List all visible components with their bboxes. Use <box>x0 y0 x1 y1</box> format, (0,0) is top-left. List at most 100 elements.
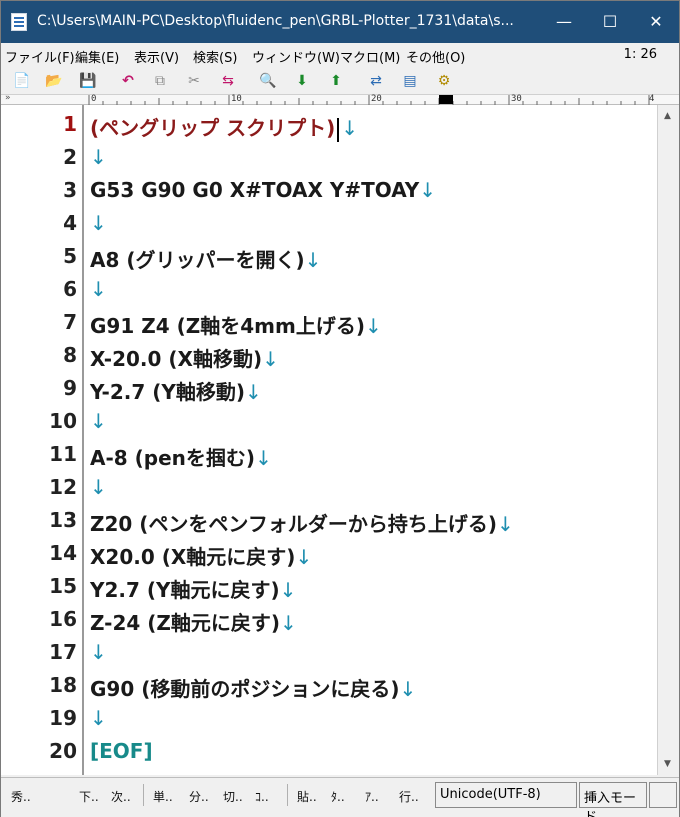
line-number: 5 <box>63 244 77 268</box>
cut-icon[interactable]: ✂ <box>183 71 205 91</box>
code-line[interactable]: 17 ↓ <box>1 637 657 670</box>
line-number: 11 <box>49 442 77 466</box>
line-text[interactable]: G90 (移動前のポジションに戻る)↓ <box>90 673 416 702</box>
status-key-3[interactable]: 次.. <box>111 788 131 805</box>
code-line[interactable]: 10 ↓ <box>1 406 657 439</box>
menu-other[interactable]: その他(O) <box>406 47 465 66</box>
insert-mode-indicator[interactable]: 挿入モード <box>579 782 647 817</box>
menu-window[interactable]: ウィンドウ(W) <box>252 47 340 66</box>
line-content: Z20 (ペンをペンフォルダーから持ち上げる) <box>90 512 497 536</box>
line-content: Z-24 (Z軸元に戻す) <box>90 611 281 635</box>
menu-view[interactable]: 表示(V) <box>134 47 179 66</box>
line-text[interactable]: (ペングリップ スクリプト) ↓ <box>90 112 358 142</box>
status-key-9[interactable]: ﾀ.. <box>331 788 345 805</box>
status-extra-box <box>649 782 677 808</box>
line-text[interactable]: ↓ <box>90 409 107 433</box>
code-line[interactable]: 3 G53 G90 G0 X#TOAX Y#TOAY↓ <box>1 175 657 208</box>
code-line[interactable]: 20 [EOF] <box>1 736 657 769</box>
code-line[interactable]: 6 ↓ <box>1 274 657 307</box>
editor-window: C:\Users\MAIN-PC\Desktop\fluidenc_pen\GR… <box>0 0 680 817</box>
status-key-11[interactable]: 行.. <box>399 788 419 805</box>
status-separator <box>287 784 288 806</box>
vertical-scrollbar[interactable]: ▲ ▼ <box>657 105 679 775</box>
line-number: 15 <box>49 574 77 598</box>
open-folder-icon[interactable]: 📂 <box>43 71 65 91</box>
menu-search[interactable]: 検索(S) <box>193 47 237 66</box>
app-icon[interactable] <box>11 13 27 31</box>
line-text[interactable]: ↓ <box>90 211 107 235</box>
new-file-icon[interactable]: 📄 <box>11 71 33 91</box>
paste-icon[interactable]: ⇆ <box>217 71 239 91</box>
split-window-icon[interactable]: ▤ <box>399 71 421 91</box>
save-icon[interactable]: 💾 <box>77 71 99 91</box>
code-line[interactable]: 9 Y-2.7 (Y軸移動)↓ <box>1 373 657 406</box>
line-text[interactable]: ↓ <box>90 640 107 664</box>
line-text[interactable]: A-8 (penを掴む)↓ <box>90 442 272 471</box>
scroll-down-icon[interactable]: ▼ <box>664 759 671 769</box>
code-line[interactable]: 4 ↓ <box>1 208 657 241</box>
line-text[interactable]: ↓ <box>90 475 107 499</box>
line-text[interactable]: ↓ <box>90 277 107 301</box>
line-number: 4 <box>63 211 77 235</box>
menu-file[interactable]: ファイル(F) <box>5 47 75 66</box>
close-button[interactable]: ✕ <box>633 1 679 43</box>
line-text[interactable]: X20.0 (X軸元に戻す)↓ <box>90 541 312 570</box>
settings-icon[interactable]: ⚙ <box>433 71 455 91</box>
line-content: G53 G90 G0 X#TOAX Y#TOAY <box>90 178 420 202</box>
line-number: 17 <box>49 640 77 664</box>
replace-icon[interactable]: ⇄ <box>365 71 387 91</box>
code-line[interactable]: 19 ↓ <box>1 703 657 736</box>
code-line[interactable]: 5 A8 (グリッパーを開く)↓ <box>1 241 657 274</box>
search-down-icon[interactable]: ⬇ <box>291 71 313 91</box>
line-text[interactable]: Y2.7 (Y軸元に戻す)↓ <box>90 574 296 603</box>
line-text[interactable]: Z20 (ペンをペンフォルダーから持ち上げる)↓ <box>90 508 514 537</box>
status-key-2[interactable]: 下.. <box>79 788 99 805</box>
text-editor[interactable]: 1 (ペングリップ スクリプト) ↓ 2 ↓ 3 G53 G90 G0 X#TOAX Y#T… <box>1 105 657 775</box>
title-bar[interactable]: C:\Users\MAIN-PC\Desktop\fluidenc_pen\GR… <box>1 1 679 43</box>
encoding-indicator[interactable]: Unicode(UTF-8) <box>435 782 577 808</box>
status-key-7[interactable]: ｺ.. <box>255 788 269 805</box>
code-line[interactable]: 8 X-20.0 (X軸移動)↓ <box>1 340 657 373</box>
status-key-5[interactable]: 分.. <box>189 788 209 805</box>
code-line[interactable]: 15 Y2.7 (Y軸元に戻す)↓ <box>1 571 657 604</box>
search-icon[interactable]: 🔍 <box>257 71 279 91</box>
status-key-4[interactable]: 単.. <box>153 788 173 805</box>
status-key-6[interactable]: 切.. <box>223 788 243 805</box>
code-line[interactable]: 1 (ペングリップ スクリプト) ↓ <box>1 109 657 142</box>
maximize-button[interactable]: ☐ <box>587 1 633 43</box>
line-text[interactable]: A8 (グリッパーを開く)↓ <box>90 244 321 273</box>
line-text[interactable]: G91 Z4 (Z軸を4mm上げる)↓ <box>90 310 382 339</box>
line-content: A8 (グリッパーを開く) <box>90 248 305 272</box>
line-text[interactable]: Y-2.7 (Y軸移動)↓ <box>90 376 262 405</box>
line-number: 20 <box>49 739 77 763</box>
code-line[interactable]: 16 Z-24 (Z軸元に戻す)↓ <box>1 604 657 637</box>
code-line[interactable]: 18 G90 (移動前のポジションに戻る)↓ <box>1 670 657 703</box>
code-line[interactable]: 13 Z20 (ペンをペンフォルダーから持ち上げる)↓ <box>1 505 657 538</box>
newline-mark: ↓ <box>496 512 514 536</box>
newline-mark: ↓ <box>304 248 322 272</box>
status-key-10[interactable]: ｱ.. <box>365 788 379 805</box>
line-content: G91 Z4 (Z軸を4mm上げる) <box>90 314 365 338</box>
copy-icon[interactable]: ⧉ <box>149 71 171 91</box>
code-line[interactable]: 2 ↓ <box>1 142 657 175</box>
code-line[interactable]: 11 A-8 (penを掴む)↓ <box>1 439 657 472</box>
code-line[interactable]: 7 G91 Z4 (Z軸を4mm上げる)↓ <box>1 307 657 340</box>
scroll-up-icon[interactable]: ▲ <box>664 111 671 121</box>
menu-edit[interactable]: 編集(E) <box>75 47 119 66</box>
line-text[interactable]: X-20.0 (X軸移動)↓ <box>90 343 279 372</box>
minimize-button[interactable]: — <box>541 1 587 43</box>
newline-mark: ↓ <box>364 314 382 338</box>
line-text[interactable]: ↓ <box>90 706 107 730</box>
newline-mark: ↓ <box>90 640 107 664</box>
status-key-8[interactable]: 貼.. <box>297 788 317 805</box>
menu-macro[interactable]: マクロ(M) <box>340 47 400 66</box>
code-line[interactable]: 12 ↓ <box>1 472 657 505</box>
line-text[interactable]: ↓ <box>90 145 107 169</box>
code-line[interactable]: 14 X20.0 (X軸元に戻す)↓ <box>1 538 657 571</box>
search-up-icon[interactable]: ⬆ <box>325 71 347 91</box>
line-text[interactable]: G53 G90 G0 X#TOAX Y#TOAY↓ <box>90 178 436 202</box>
undo-icon[interactable]: ↶ <box>117 71 139 91</box>
line-text[interactable]: [EOF] <box>90 739 153 763</box>
line-text[interactable]: Z-24 (Z軸元に戻す)↓ <box>90 607 297 636</box>
status-key-1[interactable]: 秀.. <box>11 788 31 805</box>
